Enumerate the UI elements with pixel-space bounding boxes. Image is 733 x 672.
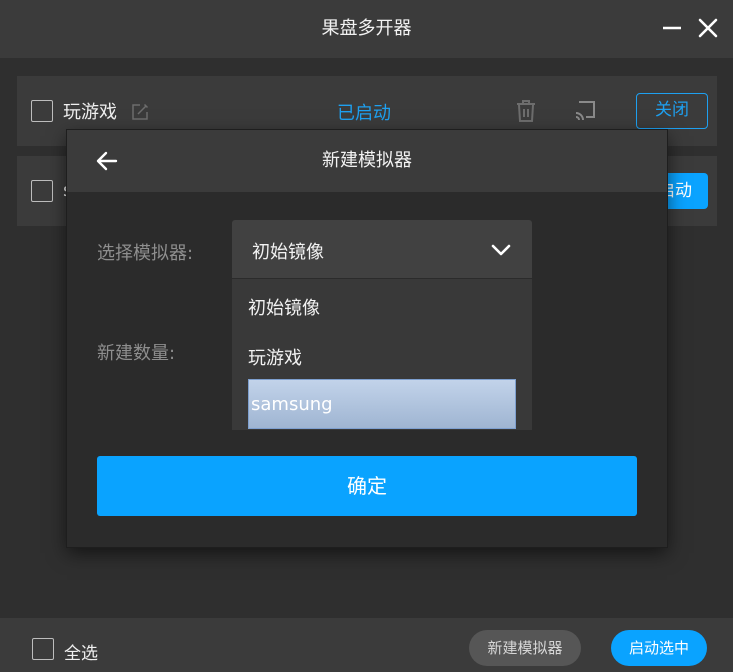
close-emulator-button[interactable]: 关闭	[636, 93, 708, 129]
chevron-down-icon	[491, 244, 511, 256]
status-text: 已启动	[337, 103, 391, 124]
row-checkbox[interactable]	[31, 180, 53, 202]
close-window-button[interactable]	[694, 14, 722, 42]
minimize-icon	[663, 26, 681, 30]
trash-icon[interactable]	[515, 99, 537, 123]
minimize-button[interactable]	[658, 14, 686, 42]
dialog-title: 新建模拟器	[322, 150, 412, 171]
close-icon	[698, 18, 718, 38]
select-all-label: 全选	[64, 644, 98, 664]
dropdown-option[interactable]: 初始镜像	[248, 294, 320, 320]
emulator-select[interactable]: 初始镜像	[232, 220, 532, 278]
start-selected-button[interactable]: 启动选中	[611, 630, 707, 666]
emulator-dropdown-list: 初始镜像 玩游戏 samsung	[232, 279, 532, 430]
row-checkbox[interactable]	[31, 100, 53, 122]
dialog-header: 新建模拟器	[67, 130, 667, 192]
cast-icon[interactable]	[573, 99, 597, 123]
new-emulator-dialog: 新建模拟器 选择模拟器: 新建数量: 初始镜像 初始镜像 玩游戏 samsung…	[67, 130, 667, 547]
confirm-button[interactable]: 确定	[97, 456, 637, 516]
dropdown-option[interactable]: 玩游戏	[248, 344, 302, 370]
select-value: 初始镜像	[252, 242, 324, 263]
edit-icon[interactable]	[131, 103, 149, 121]
new-emulator-button[interactable]: 新建模拟器	[469, 630, 581, 666]
new-count-label: 新建数量:	[97, 343, 176, 364]
window-title: 果盘多开器	[321, 18, 412, 39]
title-bar: 果盘多开器	[0, 0, 733, 58]
emulator-name: 玩游戏	[63, 102, 117, 123]
dropdown-option-highlighted[interactable]: samsung	[248, 379, 516, 429]
select-all-checkbox[interactable]	[32, 638, 54, 660]
select-emulator-label: 选择模拟器:	[97, 243, 194, 264]
footer-bar: 全选 新建模拟器 启动选中	[0, 618, 733, 672]
